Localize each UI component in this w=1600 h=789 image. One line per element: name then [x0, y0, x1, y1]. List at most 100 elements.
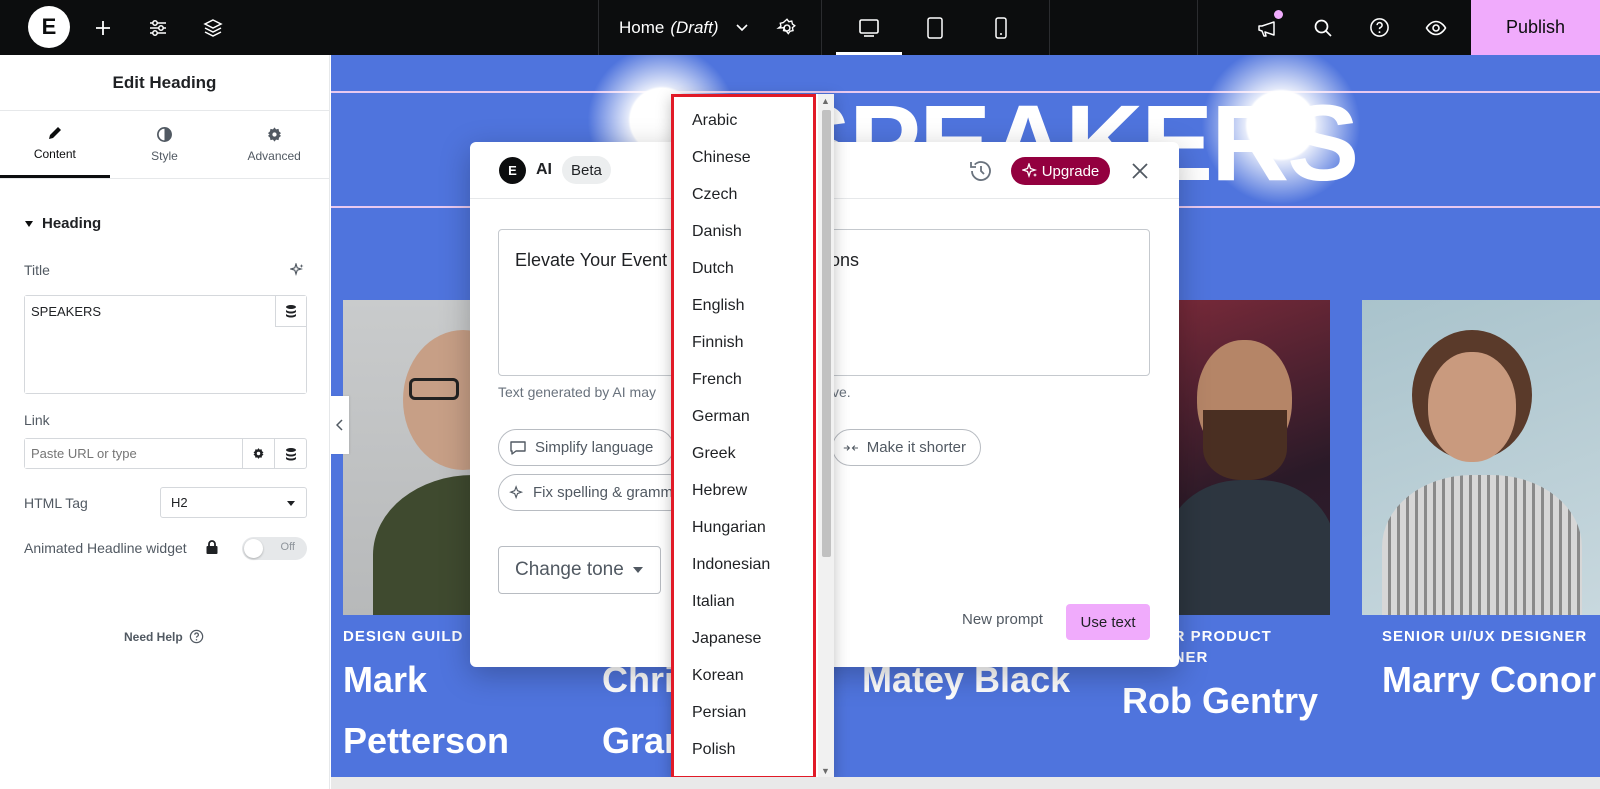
language-option[interactable]: German — [692, 408, 750, 426]
dynamic-tags-button[interactable] — [274, 439, 306, 468]
site-settings-button[interactable] — [138, 0, 178, 55]
tab-content[interactable]: Content — [0, 111, 110, 178]
search-icon — [1314, 19, 1332, 37]
compress-icon — [843, 444, 859, 451]
language-option[interactable]: Italian — [692, 593, 735, 611]
whats-new-button[interactable] — [1247, 0, 1287, 55]
canvas-horizontal-scrollbar[interactable] — [331, 777, 1600, 789]
database-icon — [285, 447, 296, 460]
link-control — [24, 438, 307, 469]
language-list: Arabic Chinese Czech Danish Dutch Englis… — [671, 94, 816, 779]
tab-style[interactable]: Style — [110, 111, 220, 178]
finder-button[interactable] — [1303, 0, 1343, 55]
title-textarea[interactable] — [25, 296, 306, 393]
language-option[interactable]: Hungarian — [692, 519, 766, 537]
add-element-button[interactable] — [83, 0, 123, 55]
contrast-icon — [157, 127, 172, 142]
need-help-link[interactable]: Need Help — [124, 629, 204, 644]
disclaimer-left: Text generated by AI may — [498, 384, 656, 400]
toggle-knob — [244, 539, 263, 558]
close-icon[interactable] — [1130, 161, 1150, 181]
scroll-down-arrow[interactable]: ▼ — [821, 766, 830, 776]
language-option[interactable]: Finnish — [692, 334, 744, 352]
language-option[interactable]: Hebrew — [692, 482, 747, 500]
upgrade-label: Upgrade — [1041, 162, 1100, 180]
collapse-panel-button[interactable] — [330, 396, 349, 454]
html-tag-select[interactable]: H2 — [160, 487, 307, 518]
new-prompt-button[interactable]: New prompt — [962, 611, 1043, 628]
speaker-name: Marry Conor — [1382, 659, 1597, 700]
speaker-photo — [1362, 300, 1600, 615]
tab-label: Advanced — [247, 149, 301, 163]
language-dropdown: Arabic Chinese Czech Danish Dutch Englis… — [671, 94, 834, 779]
speaker-name: Mark — [343, 659, 428, 700]
language-option[interactable]: Persian — [692, 704, 746, 722]
sliders-icon — [150, 19, 166, 36]
title-label: Title — [24, 262, 50, 278]
language-option[interactable]: Dutch — [692, 260, 734, 278]
history-icon[interactable] — [968, 158, 994, 184]
make-shorter-button[interactable]: Make it shorter — [832, 429, 981, 466]
section-heading-toggle[interactable]: Heading — [24, 215, 101, 232]
caret-down-icon — [633, 567, 643, 573]
speaker-photo — [1155, 300, 1330, 615]
language-option[interactable]: Arabic — [692, 112, 737, 130]
language-option[interactable]: French — [692, 371, 742, 389]
dynamic-tags-button[interactable] — [275, 296, 306, 327]
toggle-text: Off — [280, 541, 295, 553]
tablet-view-button[interactable] — [915, 0, 955, 55]
megaphone-icon — [1258, 20, 1275, 37]
caret-down-icon — [287, 500, 295, 506]
animated-headline-toggle[interactable]: Off — [242, 537, 307, 560]
scroll-up-arrow[interactable]: ▲ — [821, 96, 830, 106]
help-icon — [1369, 18, 1389, 37]
change-tone-select[interactable]: Change tone — [498, 546, 661, 594]
html-tag-label: HTML Tag — [24, 495, 88, 511]
use-text-button[interactable]: Use text — [1066, 604, 1150, 640]
divider — [1197, 0, 1198, 55]
language-option[interactable]: Indonesian — [692, 556, 770, 574]
divider — [1049, 0, 1050, 55]
language-option[interactable]: Czech — [692, 186, 737, 204]
dropdown-scrollbar[interactable]: ▲ ▼ — [818, 94, 834, 779]
upgrade-button[interactable]: Upgrade — [1011, 157, 1110, 185]
page-settings-button[interactable] — [767, 0, 807, 55]
structure-button[interactable] — [193, 0, 233, 55]
simplify-language-button[interactable]: Simplify language — [498, 429, 674, 466]
generated-text-left: Elevate Your Event — [515, 250, 668, 270]
scrollbar-thumb[interactable] — [822, 110, 831, 557]
language-option[interactable]: Korean — [692, 667, 744, 685]
database-icon — [286, 305, 296, 318]
fix-spelling-button[interactable]: Fix spelling & gramm — [498, 474, 688, 511]
page-title-dropdown[interactable]: Home (Draft) — [619, 0, 751, 55]
language-option[interactable]: Japanese — [692, 630, 761, 648]
mobile-icon — [995, 16, 1007, 39]
link-options-button[interactable] — [242, 439, 274, 468]
link-input[interactable] — [25, 439, 242, 468]
mobile-view-button[interactable] — [981, 0, 1021, 55]
language-option[interactable]: Danish — [692, 223, 742, 241]
help-button[interactable] — [1359, 0, 1399, 55]
chevron-down-icon — [735, 23, 748, 31]
panel-title: Edit Heading — [0, 55, 329, 111]
lock-icon — [206, 540, 218, 554]
chevron-left-icon — [335, 419, 343, 431]
editor-panel: Edit Heading Content Style Advanced Head… — [0, 55, 330, 789]
elementor-logo[interactable]: E — [28, 6, 70, 48]
sparkle-icon[interactable] — [290, 263, 304, 277]
ai-disclaimer: Text generated by AI may ve. — [498, 384, 851, 400]
notification-dot — [1274, 10, 1283, 19]
preview-button[interactable] — [1416, 0, 1456, 55]
tab-label: Style — [151, 149, 178, 163]
desktop-view-button[interactable] — [849, 0, 889, 55]
help-icon — [189, 629, 203, 644]
language-option[interactable]: Chinese — [692, 149, 751, 167]
disclaimer-right: ve. — [832, 384, 851, 400]
title-textarea-wrap — [24, 295, 307, 394]
speaker-role: SENIOR UI/UX DESIGNER — [1382, 628, 1588, 645]
language-option[interactable]: English — [692, 297, 744, 315]
language-option[interactable]: Greek — [692, 445, 736, 463]
language-option[interactable]: Polish — [692, 741, 736, 759]
tab-advanced[interactable]: Advanced — [219, 111, 329, 178]
publish-button[interactable]: Publish — [1471, 0, 1600, 55]
